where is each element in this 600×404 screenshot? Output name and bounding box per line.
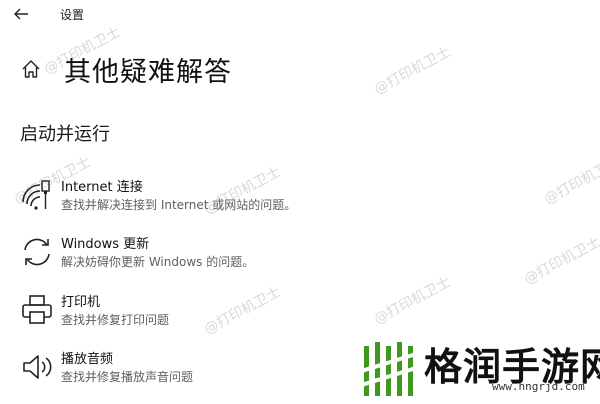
item-name: Internet 连接	[61, 180, 143, 195]
title-bar: 设置	[0, 0, 600, 28]
wifi-ethernet-icon	[20, 178, 54, 212]
troubleshooter-windows-update[interactable]: Windows 更新 解决妨碍你更新 Windows 的问题。	[16, 233, 416, 277]
troubleshooter-printer[interactable]: 打印机 查找并修复打印问题	[16, 291, 416, 335]
printer-icon	[20, 293, 54, 327]
item-description: 查找并修复打印问题	[61, 313, 170, 327]
arrow-left-icon	[14, 8, 28, 20]
home-button[interactable]	[20, 58, 42, 80]
watermark-text: @打印机卫士	[371, 44, 454, 98]
watermark-text: @打印机卫士	[541, 154, 600, 208]
item-description: 查找并修复播放声音问题	[61, 370, 194, 384]
section-title: 启动并运行	[20, 124, 110, 145]
sync-icon	[20, 235, 54, 269]
item-name: 打印机	[61, 295, 101, 310]
brand-url: www.hngrjd.com	[492, 380, 585, 393]
app-title: 设置	[60, 8, 85, 22]
watermark-text: @打印机卫士	[521, 234, 600, 288]
home-icon	[22, 60, 40, 78]
troubleshooter-internet[interactable]: Internet 连接 查找并解决连接到 Internet 或网站的问题。	[16, 176, 416, 220]
item-name: 播放音频	[61, 352, 114, 367]
page-title: 其他疑难解答	[64, 57, 232, 88]
item-description: 查找并解决连接到 Internet 或网站的问题。	[61, 198, 297, 212]
speaker-icon	[20, 350, 54, 384]
item-description: 解决妨碍你更新 Windows 的问题。	[61, 255, 255, 269]
brand-logo	[346, 330, 420, 400]
item-name: Windows 更新	[61, 237, 150, 252]
back-button[interactable]	[10, 3, 32, 25]
